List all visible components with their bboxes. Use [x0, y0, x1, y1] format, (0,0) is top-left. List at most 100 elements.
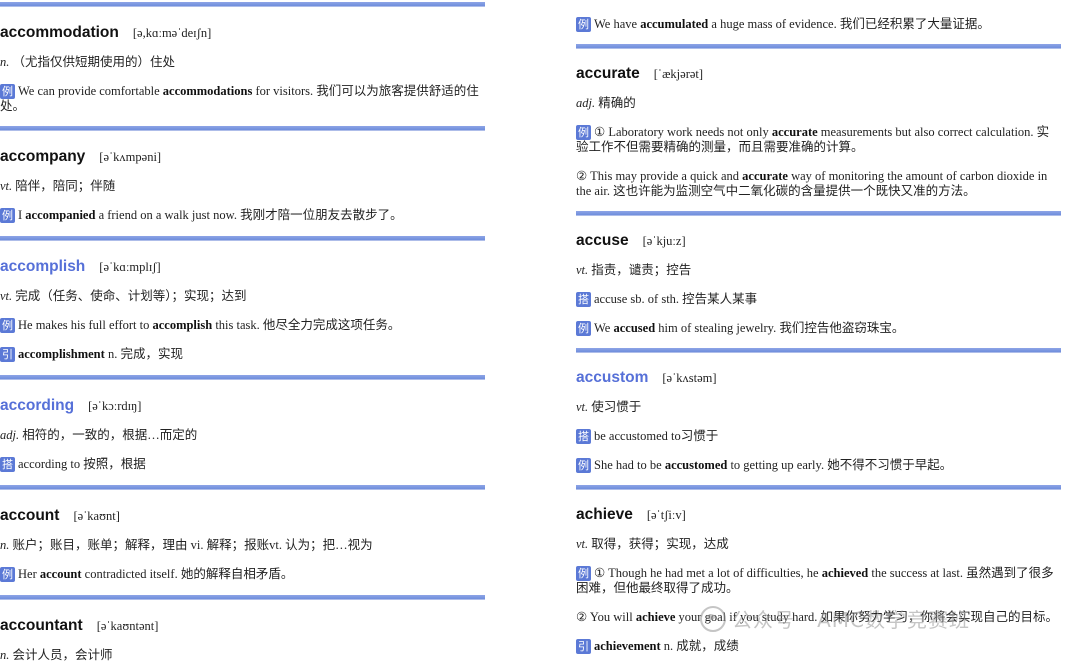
keyword: accurate [742, 169, 788, 183]
sense-line: adj. 精确的 [576, 96, 1066, 111]
definition: 指责，谴责；控告 [591, 263, 692, 277]
example-text: ① Laboratory work needs not only [594, 125, 772, 139]
dictionary-entry: account [əˈkaʊnt] n. 账户；账目，账单；解释，理由 vi. 解释… [0, 490, 500, 582]
sense-line: vt. 完成（任务、使命、计划等）；实现；达到 [0, 289, 500, 304]
entry-header: accommodation [ə,kɑːməˈdeɪʃn] [0, 24, 500, 46]
example-text: ② This may provide a quick and [576, 169, 743, 183]
dictionary-entry: accurate [ˈækjərət] adj. 精确的例 ① Laboratory … [576, 49, 1066, 199]
example-text: Her [18, 567, 40, 581]
dictionary-entry: accompany [əˈkʌmpəni] vt. 陪伴，陪同；伴随例 I accom… [0, 131, 500, 223]
example-line: 例 We can provide comfortable accommodatio… [0, 84, 500, 114]
definition: 相符的，一致的，根据…而定的 [22, 428, 198, 442]
entry-header: accuse [əˈkjuːz] [576, 232, 1066, 254]
example-text: accuse sb. of sth. 控告某人某事 [594, 292, 758, 306]
dictionary-entry: accommodation [ə,kɑːməˈdeɪʃn] n. （尤指仅供短期使用… [0, 7, 500, 114]
dictionary-entry: according [əˈkɔːrdɪŋ] adj. 相符的，一致的，根据…而定的搭… [0, 380, 500, 472]
example-text: the success at last. 虽然遇到了很多 [868, 566, 1054, 580]
example-line: 引 achievement n. 成就，成绩 [576, 639, 1066, 654]
headword: account [0, 507, 60, 524]
example-text: to getting up early. 她不得不习惯于早起。 [727, 458, 953, 472]
example-line: 例 We have accumulated a huge mass of evid… [576, 17, 1066, 32]
example-text: be accustomed to习惯于 [594, 429, 719, 443]
phonetic: [əˈkaʊnt] [73, 509, 120, 523]
part-of-speech: n. [0, 538, 10, 552]
example-text: contradicted itself. 她的解释自相矛盾。 [81, 567, 294, 581]
definition: 账户；账目，账单；解释，理由 vi. 解释；报账vt. 认为；把…视为 [12, 538, 373, 552]
entry-header: according [əˈkɔːrdɪŋ] [0, 397, 500, 419]
example-line: 例 Her account contradicted itself. 她的解释自相… [0, 567, 500, 582]
entry-header: account [əˈkaʊnt] [0, 507, 500, 529]
headword: accustom [576, 369, 649, 386]
example-continuation: 困难，但他最终取得了成功。 [576, 581, 739, 595]
dictionary-entry: accountant [əˈkaʊntənt] n. 会计人员，会计师 [0, 600, 500, 663]
sense-line: vt. 使习惯于 [576, 400, 1066, 415]
example-text: He makes his full effort to [18, 318, 153, 332]
headword: accuse [576, 232, 629, 249]
sense-line: vt. 陪伴，陪同；伴随 [0, 179, 500, 194]
example-line: 搭 be accustomed to习惯于 [576, 429, 1066, 444]
entry-header: accurate [ˈækjərət] [576, 65, 1066, 87]
example-line: 例 She had to be accustomed to getting up … [576, 458, 1066, 473]
keyword: accommodations [162, 84, 253, 98]
example-line: 搭 according to 按照，根据 [0, 457, 500, 472]
entry-header: achieve [əˈtʃiːv] [576, 506, 1066, 528]
example-line: 例 He makes his full effort to accomplish … [0, 318, 500, 333]
example-line: ② This may provide a quick and accurate … [576, 169, 1066, 199]
phonetic: [ə,kɑːməˈdeɪʃn] [132, 26, 212, 40]
example-text: n. 完成，实现 [104, 347, 183, 361]
label-badge: 例 [0, 84, 15, 99]
phonetic: [ˈækjərət] [653, 67, 704, 81]
label-badge: 搭 [0, 457, 15, 472]
example-continuation: the air. 这也许能为监测空气中二氧化碳的含量提供一个既快又准的方法。 [576, 184, 976, 198]
part-of-speech: vt. [0, 289, 13, 303]
left-column: accommodation [ə,kɑːməˈdeɪʃn] n. （尤指仅供短期使用… [0, 0, 500, 667]
headword: accompany [0, 148, 86, 165]
entry-header: accountant [əˈkaʊntənt] [0, 617, 500, 639]
part-of-speech: vt. [576, 400, 589, 414]
example-text: this task. 他尽全力完成这项任务。 [212, 318, 401, 332]
example-line: 搭 accuse sb. of sth. 控告某人某事 [576, 292, 1066, 307]
keyword: achieve [635, 610, 676, 624]
example-text: She had to be [594, 458, 665, 472]
keyword: achieved [821, 566, 869, 580]
example-continuation: 处。 [0, 99, 26, 113]
example-line: 例I accompanied a friend on a walk just n… [0, 208, 500, 223]
example-continuation: 验工作不但需要精确的测量，而且需要准确的计算。 [576, 140, 864, 154]
watermark: 公众号 · AMC数学竞赛班 [700, 604, 970, 633]
label-badge: 例 [0, 208, 15, 223]
example-text: We can provide comfortable [18, 84, 163, 98]
example-line: 例① Though he had met a lot of difficulti… [576, 566, 1066, 596]
definition: （尤指仅供短期使用的）住处 [12, 55, 176, 69]
phonetic: [əˈkɔːrdɪŋ] [88, 399, 142, 413]
phonetic: [əˈkɑːmplɪʃ] [99, 260, 161, 274]
label-badge: 搭 [576, 429, 591, 444]
label-badge: 例 [576, 458, 591, 473]
phonetic: [əˈkjuːz] [642, 234, 686, 248]
right-column: 例 We have accumulated a huge mass of evid… [576, 0, 1066, 667]
definition: 陪伴，陪同；伴随 [15, 179, 116, 193]
sense-line: vt. 指责，谴责；控告 [576, 263, 1066, 278]
phonetic: [əˈkaʊntənt] [96, 619, 159, 633]
label-badge: 例 [576, 321, 591, 336]
headword: accountant [0, 617, 83, 634]
example-text: n. 成就，成绩 [660, 639, 739, 653]
sense-line: n. 会计人员，会计师 [0, 648, 500, 663]
keyword: accurate [771, 125, 818, 139]
wechat-icon [700, 606, 726, 632]
example-text: a huge mass of evidence. 我们已经积累了大量证据。 [708, 17, 990, 31]
label-badge: 例 [0, 318, 15, 333]
label-badge: 例 [576, 17, 591, 32]
sense-line: adj. 相符的，一致的，根据…而定的 [0, 428, 500, 443]
label-badge: 例 [576, 566, 591, 581]
keyword: accustomed [664, 458, 728, 472]
entry-header: accompany [əˈkʌmpəni] [0, 148, 500, 170]
keyword: accomplishment [18, 347, 105, 361]
part-of-speech: n. [0, 648, 10, 662]
entry-header: accomplish [əˈkɑːmplɪʃ] [0, 258, 500, 280]
definition: 精确的 [598, 96, 636, 110]
part-of-speech: adj. [0, 428, 20, 442]
keyword: accused [613, 321, 656, 335]
headword: accomplish [0, 258, 86, 275]
label-badge: 引 [576, 639, 591, 654]
example-text: measurements but also correct calculatio… [817, 125, 1050, 139]
